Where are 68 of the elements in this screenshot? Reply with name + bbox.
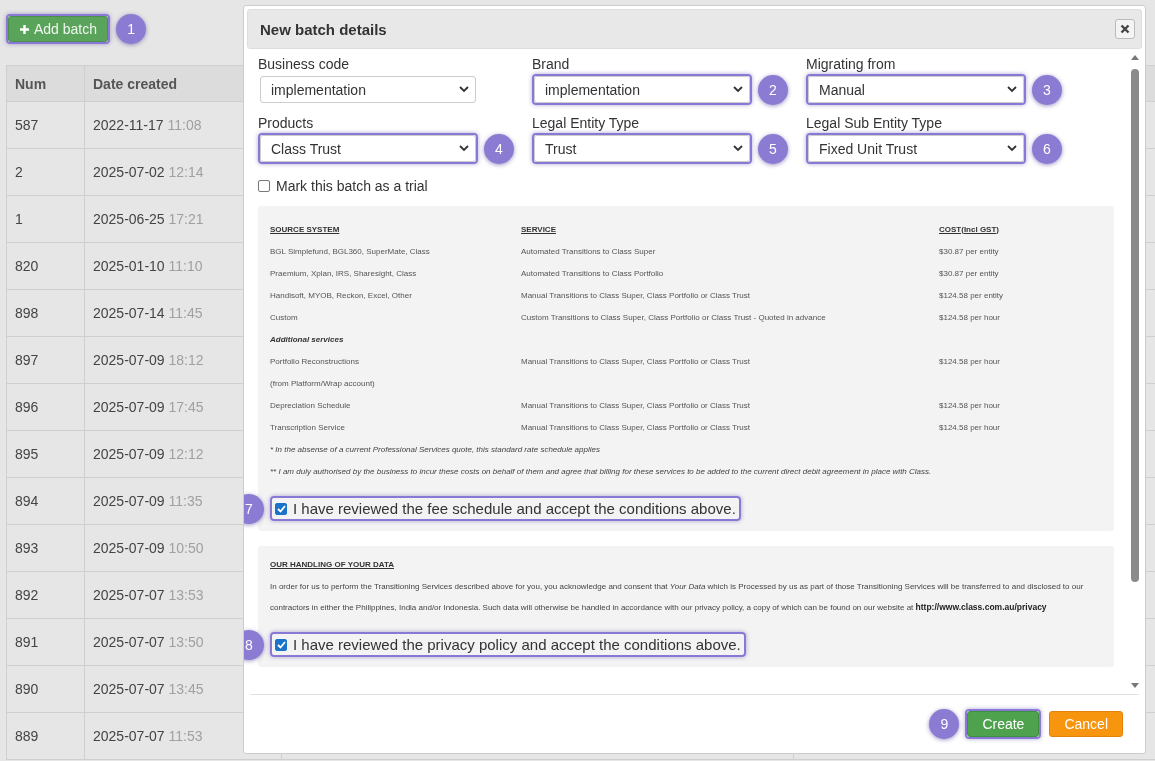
dropdown[interactable]: Trust (534, 135, 750, 162)
table-cell: 898 (6, 289, 85, 337)
privacy-link[interactable]: http://www.class.com.au/privacy (915, 602, 1047, 612)
dropdown[interactable]: implementation (534, 76, 750, 103)
chevron-icon (1007, 145, 1017, 152)
table-cell: 889 (6, 712, 85, 760)
table-cell-text: Manual Transitions to Class Super, Class Portfolio or Class Trust (521, 356, 751, 366)
dropdown[interactable]: Fixed Unit Trust (808, 135, 1024, 162)
table-cell: 894 (6, 477, 85, 525)
table-cell-text: $124.58 per hour (939, 400, 1001, 410)
table-cell: 2 (6, 148, 85, 196)
column-header: Num (6, 65, 85, 102)
dropdown[interactable]: Class Trust (260, 135, 476, 162)
checkbox-label[interactable]: I have reviewed the fee schedule and accept the conditions above. (293, 500, 736, 517)
table-cell-text: Automated Transitions to Class Portfolio (521, 268, 665, 278)
step-badge: 6 (1032, 133, 1062, 164)
chevron-icon (1007, 86, 1017, 93)
dialog-title: New batch details (260, 20, 387, 38)
column-header: COST(Incl GST) (939, 224, 1000, 234)
table-cell-text: $124.58 per entity (939, 290, 1005, 300)
table-cell: 892 (6, 571, 85, 619)
step-badge: 9 (929, 709, 960, 739)
field-label: Migrating from (806, 56, 897, 72)
table-cell: 897 (6, 336, 85, 384)
step-badge: 5 (758, 133, 788, 164)
table-cell: 1 (6, 195, 85, 243)
checkbox-label[interactable]: I have reviewed the privacy policy and accept the conditions above. (293, 636, 741, 653)
scroll-down-icon[interactable] (1130, 682, 1140, 690)
dropdown[interactable]: implementation (260, 76, 476, 103)
chevron-icon (733, 145, 743, 152)
step-badge: 7 (244, 493, 264, 524)
chevron-icon (459, 145, 469, 152)
table-cell: 820 (6, 242, 85, 290)
table-cell: 895 (6, 430, 85, 478)
table-cell-text: $124.58 per hour (939, 422, 1001, 432)
table-cell-text: Manual Transitions to Class Super, Class Portfolio or Class Trust (521, 290, 751, 300)
table-cell-text: $124.58 per hour (939, 312, 1001, 322)
table-cell-text: $124.58 per hour (939, 356, 1001, 366)
plus-icon (19, 23, 30, 35)
scroll-up-icon[interactable] (1130, 53, 1140, 61)
checkbox[interactable] (275, 502, 287, 515)
field-label: Legal Entity Type (532, 115, 641, 131)
step-badge: 4 (484, 133, 514, 164)
column-header: SERVICE (521, 224, 557, 234)
step-badge: 3 (1032, 74, 1062, 105)
checkbox[interactable] (275, 638, 287, 651)
step-badge: 1 (116, 14, 147, 44)
table-cell-text: $30.87 per entity (939, 268, 1000, 278)
table-cell-text: Automated Transitions to Class Super (521, 246, 657, 256)
scrollbar[interactable] (1128, 53, 1142, 690)
step-badge: 2 (758, 74, 788, 105)
field-label: Legal Sub Entity Type (806, 115, 943, 131)
chevron-icon (733, 86, 743, 93)
table-cell-text: Manual Transitions to Class Super, Class Portfolio or Class Trust (521, 422, 751, 432)
table-cell: 890 (6, 665, 85, 713)
checkbox[interactable] (258, 180, 270, 192)
table-cell-text: Manual Transitions to Class Super, Class Portfolio or Class Trust (521, 400, 751, 410)
close-icon[interactable] (1115, 19, 1135, 39)
table-cell: 891 (6, 618, 85, 666)
table-cell: 896 (6, 383, 85, 431)
dropdown[interactable]: Manual (808, 76, 1024, 103)
chevron-icon (459, 86, 469, 93)
field-label: Brand (532, 56, 571, 72)
table-cell: 893 (6, 524, 85, 572)
table-cell-text: Custom Transitions to Class Super, Class Portfolio or Class Trust - Quoted in advance (521, 312, 827, 322)
step-badge: 8 (244, 629, 264, 660)
table-cell: 587 (6, 101, 85, 149)
table-cell-text: $30.87 per entity (939, 246, 1000, 256)
